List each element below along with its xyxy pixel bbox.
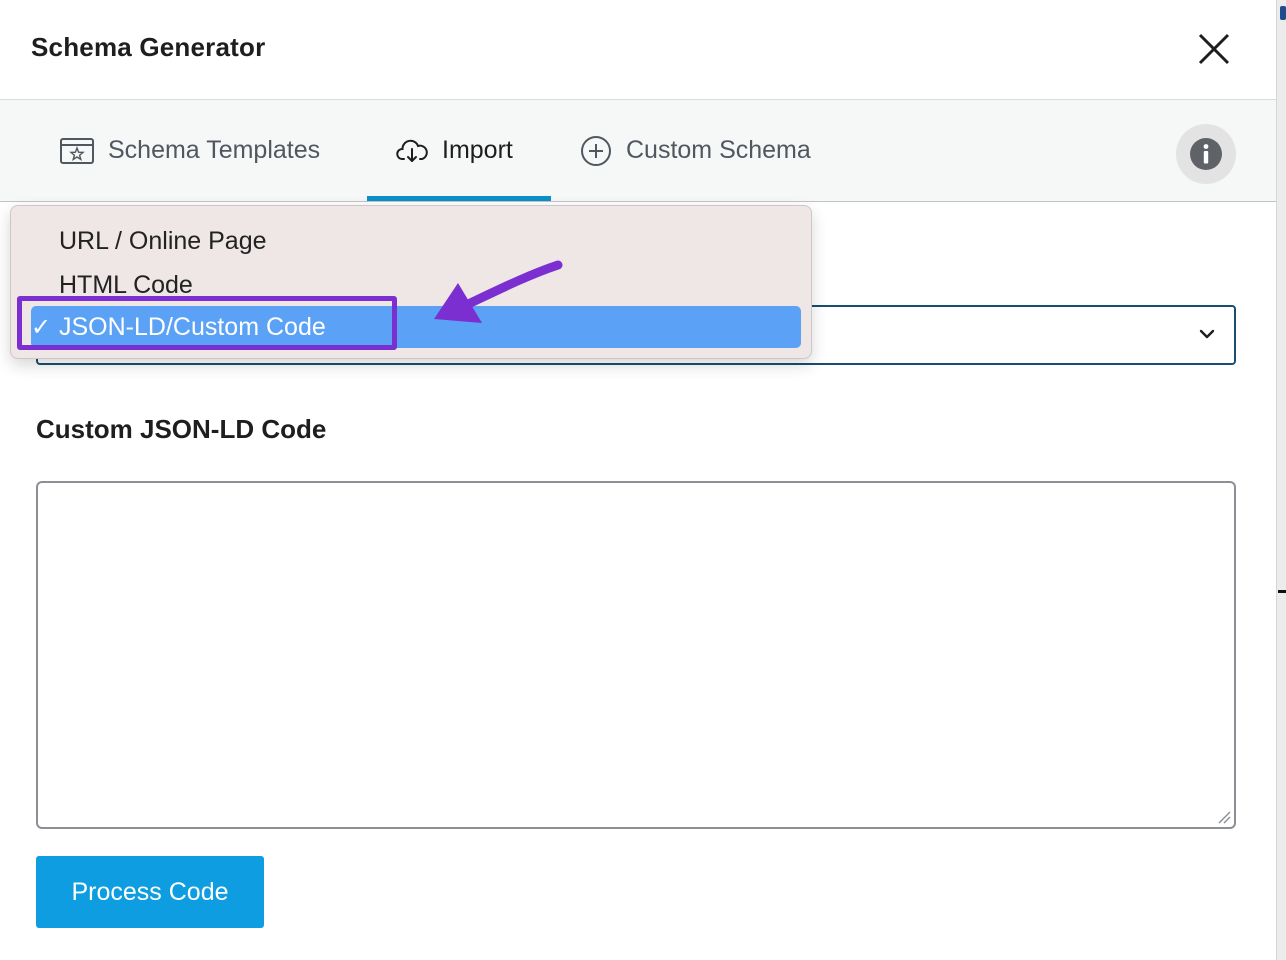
annotation-arrow-icon — [434, 260, 563, 323]
tab-label: Import — [442, 136, 513, 164]
tab-import[interactable]: Import — [396, 100, 513, 201]
close-icon — [1198, 33, 1230, 65]
close-button[interactable] — [1192, 27, 1236, 71]
modal-header: Schema Generator — [0, 0, 1276, 100]
background-window-mark — [1280, 6, 1286, 20]
tab-label: Schema Templates — [108, 136, 321, 164]
process-code-button[interactable]: Process Code — [36, 856, 264, 928]
tab-schema-templates[interactable]: Schema Templates — [60, 100, 320, 201]
template-icon — [60, 137, 94, 164]
option-label: URL / Online Page — [59, 226, 267, 255]
tab-label: Custom Schema — [626, 136, 811, 164]
tabs-bar: Schema Templates Import Custom Schema — [0, 100, 1276, 202]
chevron-down-icon — [1199, 329, 1215, 339]
dropdown-option-url[interactable]: URL / Online Page — [11, 220, 811, 262]
modal-title: Schema Generator — [31, 32, 266, 62]
background-window-edge — [1276, 0, 1286, 960]
json-ld-code-textarea[interactable] — [36, 481, 1236, 829]
annotation-highlight-box — [17, 296, 397, 350]
active-tab-indicator — [367, 196, 551, 201]
resize-handle-icon[interactable] — [1217, 810, 1231, 824]
tab-custom-schema[interactable]: Custom Schema — [580, 100, 811, 201]
plus-circle-icon — [580, 135, 612, 167]
cloud-download-icon — [396, 138, 428, 164]
code-label: Custom JSON-LD Code — [36, 414, 327, 444]
info-button[interactable] — [1176, 124, 1236, 184]
info-icon — [1190, 138, 1222, 170]
background-window-mark — [1278, 590, 1286, 593]
